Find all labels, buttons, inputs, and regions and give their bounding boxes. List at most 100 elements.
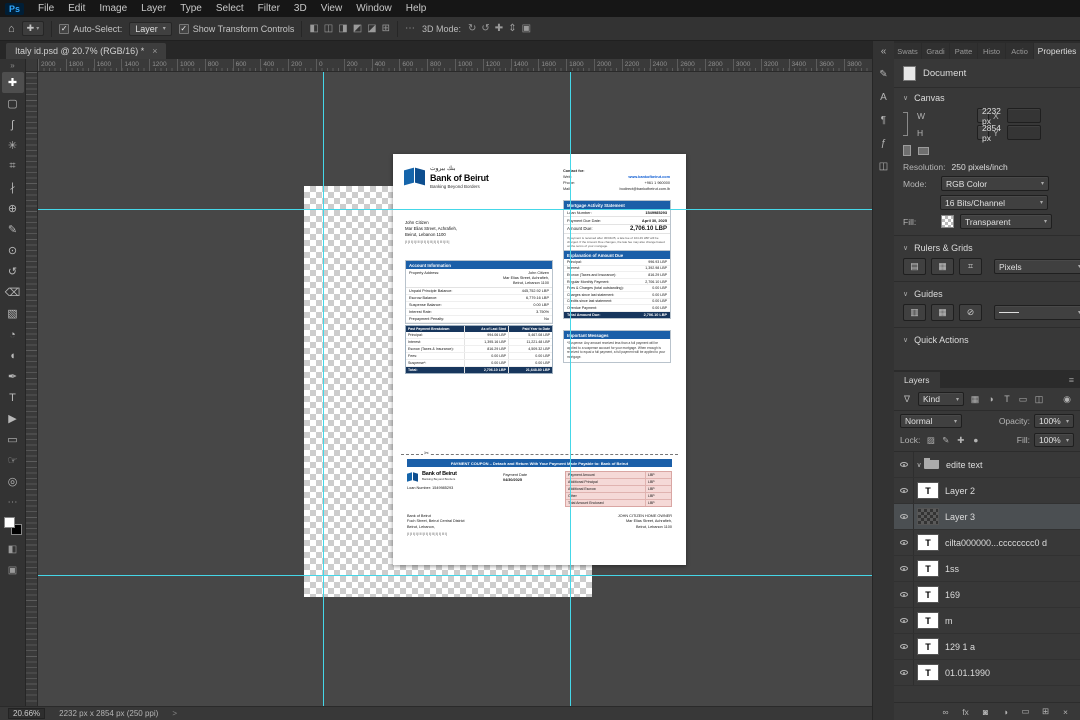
menu-item[interactable]: View <box>314 3 350 14</box>
character-panel-icon[interactable]: A <box>880 92 887 103</box>
libraries-panel-icon[interactable]: ◫ <box>879 161 888 172</box>
menu-item[interactable]: Window <box>349 3 399 14</box>
clone-stamp-tool[interactable]: ⊙ <box>2 240 24 261</box>
layer-thumbnail[interactable]: T <box>917 534 939 551</box>
layer-thumbnail[interactable]: T <box>917 560 939 577</box>
home-icon[interactable]: ⌂ <box>8 23 15 35</box>
auto-select-checkbox[interactable]: ✓ Auto-Select: <box>59 23 122 34</box>
layer-fill-dropdown[interactable]: 100% ▾ <box>1034 433 1074 447</box>
ruler-origin-corner[interactable] <box>26 59 38 72</box>
menu-item[interactable]: Edit <box>61 3 92 14</box>
zoom-level-field[interactable]: 20.66% <box>8 708 46 719</box>
tab-layers[interactable]: Layers <box>894 372 940 388</box>
filter-toggle-icon[interactable]: ◉ <box>1060 394 1074 405</box>
tab-patterns[interactable]: Patte <box>950 43 978 59</box>
horizontal-type-tool[interactable]: T <box>2 387 24 408</box>
3d-rotate-icon[interactable]: ↻ <box>468 23 476 34</box>
add-layer-mask-icon[interactable]: ◙ <box>979 707 992 717</box>
rectangular-marquee-tool[interactable]: ▢ <box>2 93 24 114</box>
foreground-color-swatch[interactable] <box>3 517 15 528</box>
edit-toolbar-icon[interactable]: ⋯ <box>2 492 24 513</box>
more-options-icon[interactable]: ⋯ <box>405 23 415 34</box>
toggle-rulers-icon[interactable]: ▤ <box>903 258 926 275</box>
tab-actions[interactable]: Actio <box>1006 43 1034 59</box>
layer-thumbnail[interactable] <box>924 458 939 469</box>
link-dimensions-icon[interactable] <box>903 112 908 136</box>
tab-swatches[interactable]: Swats <box>894 43 922 59</box>
guide-layout-icon[interactable]: ▦ <box>931 304 954 321</box>
portrait-orientation-icon[interactable] <box>903 145 911 156</box>
layer-group-edite-text[interactable]: ∨ edite text <box>894 452 1080 478</box>
spot-healing-brush-tool[interactable]: ⊕ <box>2 198 24 219</box>
menu-item[interactable]: Layer <box>134 3 173 14</box>
vertical-ruler[interactable] <box>26 72 38 706</box>
layer-effects-icon[interactable]: fx <box>959 707 972 717</box>
status-chevron-icon[interactable]: > <box>172 709 177 718</box>
grid-overlay-icon[interactable]: ▦ <box>931 258 954 275</box>
align-center-h-icon[interactable]: ◫ <box>324 23 333 34</box>
bit-depth-dropdown[interactable]: 16 Bits/Channel ▾ <box>940 195 1048 210</box>
panel-menu-icon[interactable]: ≡ <box>1063 372 1080 388</box>
gradient-tool[interactable]: ▧ <box>2 303 24 324</box>
filter-type-layers-icon[interactable]: T <box>1000 394 1014 405</box>
clear-guides-icon[interactable]: ⊘ <box>959 304 982 321</box>
tool-preset-picker[interactable]: ✚ ▾ <box>21 21 45 36</box>
link-layers-icon[interactable]: ∞ <box>939 707 952 717</box>
layer-row-1ss[interactable]: T 1ss <box>894 556 1080 582</box>
layer-row-m[interactable]: T m <box>894 608 1080 634</box>
layer-row-129-1-a[interactable]: T 129 1 a <box>894 634 1080 660</box>
brushes-panel-icon[interactable]: ✎ <box>879 69 887 80</box>
guide-vertical[interactable] <box>570 72 571 706</box>
guide-style-dropdown[interactable]: ▾ <box>994 305 1080 320</box>
layer-thumbnail[interactable]: T <box>917 664 939 681</box>
close-tab-icon[interactable]: × <box>152 46 157 56</box>
layer-row-cilta[interactable]: T cilta000000...cccccccc0 d <box>894 530 1080 556</box>
move-tool[interactable]: ✚ <box>1 72 24 93</box>
fill-swatch[interactable] <box>941 215 954 228</box>
layer-visibility-icon[interactable] <box>894 478 914 503</box>
lasso-tool[interactable]: ʃ <box>2 114 24 135</box>
resolution-value[interactable]: 250 pixels/inch <box>952 162 1008 172</box>
show-transform-controls-checkbox[interactable]: ✓ Show Transform Controls <box>178 23 294 34</box>
align-middle-icon[interactable]: ◪ <box>367 23 376 34</box>
dodge-tool[interactable]: ◖ <box>2 345 24 366</box>
pen-tool[interactable]: ✒ <box>2 366 24 387</box>
layer-visibility-icon[interactable] <box>894 452 914 477</box>
menu-item[interactable]: Image <box>92 3 134 14</box>
lock-all-icon[interactable]: ● <box>969 435 982 446</box>
eraser-tool[interactable]: ⌫ <box>2 282 24 303</box>
layer-row-01-01-1990[interactable]: T 01.01.1990 <box>894 660 1080 686</box>
3d-drag-icon[interactable]: ✚ <box>495 23 503 34</box>
quick-selection-tool[interactable]: ✳ <box>2 135 24 156</box>
filter-shape-layers-icon[interactable]: ▭ <box>1016 394 1030 405</box>
snap-icon[interactable]: ⌗ <box>959 258 982 275</box>
layer-thumbnail[interactable]: T <box>917 638 939 655</box>
layer-visibility-icon[interactable] <box>894 556 914 581</box>
3d-scale-icon[interactable]: ▣ <box>522 23 531 34</box>
blur-tool[interactable]: ◔ <box>2 324 24 345</box>
brush-tool[interactable]: ✎ <box>2 219 24 240</box>
guides-section-header[interactable]: ∨ Guides <box>894 284 1080 302</box>
zoom-tool[interactable]: ◎ <box>2 471 24 492</box>
crop-tool[interactable]: ⌗ <box>2 156 24 177</box>
fill-dropdown[interactable]: Transparent ▾ <box>960 214 1052 229</box>
layer-row-169[interactable]: T 169 <box>894 582 1080 608</box>
units-dropdown[interactable]: Pixels ▾ <box>994 259 1080 274</box>
tab-history[interactable]: Histo <box>978 43 1006 59</box>
layer-visibility-icon[interactable] <box>894 608 914 633</box>
new-adjustment-layer-icon[interactable]: ◑ <box>999 707 1012 717</box>
auto-select-target-dropdown[interactable]: Layer ▾ <box>129 21 172 36</box>
filter-pixel-layers-icon[interactable]: ▦ <box>968 394 982 405</box>
menu-item[interactable]: 3D <box>287 3 314 14</box>
lock-image-pixels-icon[interactable]: ✎ <box>939 435 952 446</box>
layer-row-layer-2[interactable]: T Layer 2 <box>894 478 1080 504</box>
layer-thumbnail[interactable]: T <box>917 586 939 603</box>
layer-thumbnail[interactable] <box>917 508 939 525</box>
menu-item[interactable]: Help <box>399 3 434 14</box>
layer-visibility-icon[interactable] <box>894 634 914 659</box>
color-swatches[interactable] <box>3 517 22 535</box>
collapse-panels-icon[interactable]: « <box>881 46 887 57</box>
3d-slide-icon[interactable]: ⇕ <box>508 23 516 34</box>
filter-smart-objects-icon[interactable]: ◫ <box>1032 394 1046 405</box>
height-field[interactable]: 2854 px <box>977 123 1001 143</box>
